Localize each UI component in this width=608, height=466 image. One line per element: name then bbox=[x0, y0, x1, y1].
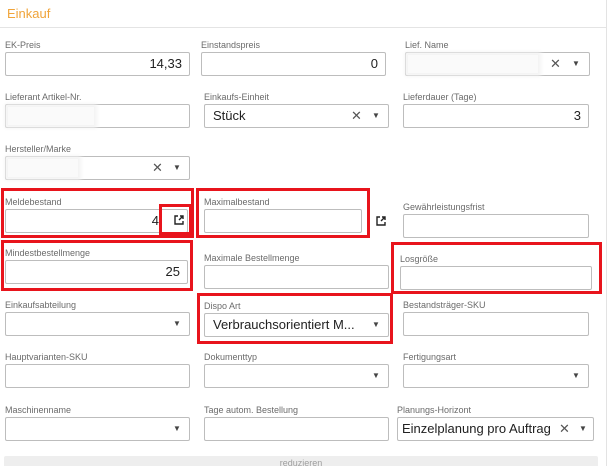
mindestbestellmenge-label: Mindestbestellmenge bbox=[5, 248, 91, 258]
redacted-value bbox=[8, 159, 78, 177]
bestandstraeger-sku-input[interactable] bbox=[403, 312, 589, 336]
purchase-panel: Einkauf EK-Preis 14,33 Einstandspreis 0 … bbox=[0, 0, 607, 466]
tage-autom-bestellung-input[interactable] bbox=[204, 417, 389, 441]
lief-name-select[interactable]: ✕ ▼ bbox=[405, 52, 590, 76]
losgroesse-input[interactable] bbox=[400, 266, 592, 290]
section-title: Einkauf bbox=[7, 6, 51, 21]
einkaufs-einheit-value: Stück bbox=[213, 108, 246, 123]
bestandstraeger-sku-label: Bestandsträger-SKU bbox=[403, 300, 486, 310]
einkaufs-einheit-label: Einkaufs-Einheit bbox=[204, 92, 270, 102]
open-external-icon[interactable] bbox=[174, 215, 184, 225]
einstandspreis-input[interactable]: 0 bbox=[201, 52, 386, 76]
maximalbestand-label: Maximalbestand bbox=[204, 197, 270, 207]
fertigungsart-select[interactable]: ▼ bbox=[403, 364, 589, 388]
maschinenname-label: Maschinenname bbox=[5, 405, 72, 415]
lieferant-artikel-nr-input[interactable] bbox=[5, 104, 190, 128]
gewaehrleistungsfrist-input[interactable] bbox=[403, 214, 589, 238]
planungs-horizont-label: Planungs-Horizont bbox=[397, 405, 472, 415]
losgroesse-label: Losgröße bbox=[400, 254, 439, 264]
caret-down-icon[interactable]: ▼ bbox=[579, 418, 587, 440]
dispo-art-value: Verbrauchsorientiert M... bbox=[213, 317, 355, 332]
einstandspreis-label: Einstandspreis bbox=[201, 40, 261, 50]
close-icon[interactable]: ✕ bbox=[559, 418, 570, 440]
section-divider bbox=[0, 27, 606, 28]
einkaufs-einheit-select[interactable]: Stück ✕ ▼ bbox=[204, 104, 389, 128]
dispo-art-select[interactable]: Verbrauchsorientiert M... ▼ bbox=[204, 313, 389, 337]
meldebestand-label: Meldebestand bbox=[5, 197, 62, 207]
planungs-horizont-select[interactable]: Einzelplanung pro Auftrag ✕ ▼ bbox=[397, 417, 594, 441]
caret-down-icon[interactable]: ▼ bbox=[372, 314, 380, 336]
lieferdauer-value: 3 bbox=[573, 108, 581, 123]
caret-down-icon[interactable]: ▼ bbox=[572, 53, 580, 75]
maschinenname-select[interactable]: ▼ bbox=[5, 417, 190, 441]
caret-down-icon[interactable]: ▼ bbox=[572, 365, 580, 387]
lieferdauer-label: Lieferdauer (Tage) bbox=[403, 92, 477, 102]
maximale-bestellmenge-label: Maximale Bestellmenge bbox=[204, 253, 300, 263]
hauptvarianten-sku-label: Hauptvarianten-SKU bbox=[5, 352, 88, 362]
redacted-value bbox=[408, 55, 538, 73]
caret-down-icon[interactable]: ▼ bbox=[173, 157, 181, 179]
einkaufsabteilung-label: Einkaufsabteilung bbox=[5, 300, 77, 310]
gewaehrleistungsfrist-label: Gewährleistungsfrist bbox=[403, 202, 485, 212]
open-external-icon[interactable] bbox=[376, 216, 386, 226]
mindestbestellmenge-input[interactable]: 25 bbox=[5, 260, 188, 284]
close-icon[interactable]: ✕ bbox=[152, 157, 163, 179]
mindestbestellmenge-value: 25 bbox=[165, 264, 180, 279]
maximale-bestellmenge-input[interactable] bbox=[204, 265, 389, 289]
dokumenttyp-select[interactable]: ▼ bbox=[204, 364, 389, 388]
lief-name-label: Lief. Name bbox=[405, 40, 449, 50]
caret-down-icon[interactable]: ▼ bbox=[173, 418, 181, 440]
lieferdauer-input[interactable]: 3 bbox=[403, 104, 589, 128]
collapse-label: reduzieren bbox=[279, 458, 323, 466]
fertigungsart-label: Fertigungsart bbox=[403, 352, 457, 362]
caret-down-icon[interactable]: ▼ bbox=[372, 105, 380, 127]
hersteller-marke-select[interactable]: ✕ ▼ bbox=[5, 156, 190, 180]
ek-preis-label: EK-Preis bbox=[5, 40, 41, 50]
close-icon[interactable]: ✕ bbox=[550, 53, 561, 75]
redacted-value bbox=[8, 107, 94, 125]
hersteller-marke-label: Hersteller/Marke bbox=[5, 144, 72, 154]
meldebestand-input[interactable]: 4 bbox=[5, 209, 188, 233]
caret-down-icon[interactable]: ▼ bbox=[372, 365, 380, 387]
ek-preis-value: 14,33 bbox=[149, 56, 182, 71]
close-icon[interactable]: ✕ bbox=[351, 105, 362, 127]
einstandspreis-value: 0 bbox=[370, 56, 378, 71]
dispo-art-label: Dispo Art bbox=[204, 301, 241, 311]
caret-down-icon[interactable]: ▼ bbox=[173, 313, 181, 335]
ek-preis-input[interactable]: 14,33 bbox=[5, 52, 190, 76]
planungs-horizont-value: Einzelplanung pro Auftrag bbox=[402, 421, 551, 436]
collapse-button[interactable]: reduzieren bbox=[4, 456, 598, 466]
maximalbestand-input[interactable] bbox=[204, 209, 362, 233]
hauptvarianten-sku-input[interactable] bbox=[5, 364, 190, 388]
lieferant-artikel-nr-label: Lieferant Artikel-Nr. bbox=[5, 92, 82, 102]
meldebestand-value: 4 bbox=[151, 213, 159, 228]
tage-autom-bestellung-label: Tage autom. Bestellung bbox=[204, 405, 299, 415]
einkaufsabteilung-select[interactable]: ▼ bbox=[5, 312, 190, 336]
dokumenttyp-label: Dokumenttyp bbox=[204, 352, 258, 362]
